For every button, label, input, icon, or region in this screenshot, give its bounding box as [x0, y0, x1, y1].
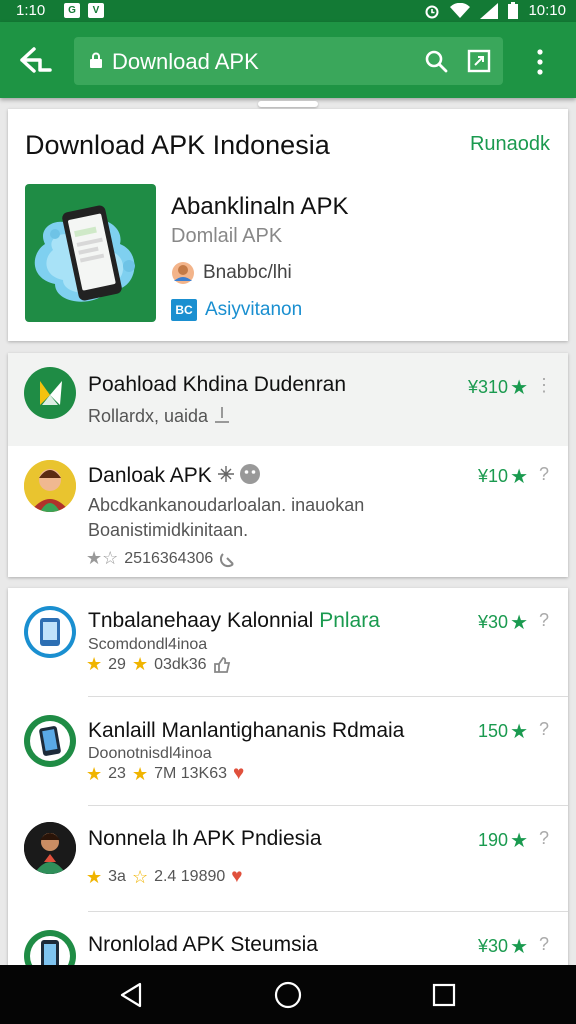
app-title: Poahload Khdina Dudenran — [88, 373, 347, 396]
star-icon: ☆ — [131, 866, 149, 887]
app-subtitle: Scomdondl4inoa — [88, 636, 208, 653]
app-list-card: Tnbalanehaay Kalonnial Pnlara Scomdondl4… — [8, 588, 568, 982]
featured-app-icon[interactable] — [25, 184, 156, 322]
app-title: Tnbalanehaay Kalonnial Pnlara — [88, 609, 380, 632]
notification-icon: G — [64, 3, 80, 18]
star-icon: ★ — [510, 830, 528, 852]
url-text: Download APK — [112, 49, 259, 74]
more-options-icon[interactable]: ? — [534, 610, 554, 631]
back-arrow-icon[interactable] — [18, 44, 54, 76]
featured-developer[interactable]: Bnabbc/lhi — [171, 261, 292, 285]
star-icon: ★ — [131, 763, 149, 784]
developer-name: Bnabbc/lhi — [203, 262, 292, 283]
star-icon: ★ — [86, 763, 103, 784]
heart-icon: ♥ — [231, 866, 243, 887]
status-bar: 1:10 G V 10:10 — [0, 0, 576, 22]
kinemaster-logo-icon — [24, 367, 76, 419]
more-options-icon[interactable]: ? — [534, 828, 554, 849]
app-description-line2: Boanistimidkinitaan. — [88, 520, 249, 540]
wifi-icon — [450, 2, 471, 18]
app-price: 190 ★ — [478, 830, 528, 852]
more-options-icon[interactable]: ? — [534, 934, 554, 955]
more-options-icon[interactable]: ? — [534, 719, 554, 740]
app-title: Nonnela lh APK Pndiesia — [88, 827, 322, 850]
list-item[interactable]: Poahload Khdina Dudenran Rollardx, uaida… — [8, 353, 568, 446]
star-icon: ★ — [86, 654, 103, 674]
star-icon: ★ — [510, 612, 528, 634]
app-subtitle: Doonotnisdl4inoa — [88, 745, 212, 762]
nav-recents-icon[interactable] — [432, 983, 456, 1007]
app-subtitle: Rollardx, uaida — [88, 406, 231, 427]
app-meta: ★☆ 2516364306 — [86, 548, 237, 569]
nav-home-icon[interactable] — [274, 981, 302, 1009]
status-clock: 10:10 — [528, 2, 566, 19]
app-tag: Pnlara — [319, 609, 380, 632]
app-price: ¥30 ★ — [478, 936, 528, 958]
app-title: Nronlolad APK Steumsia — [88, 933, 318, 956]
emoji-icon — [240, 464, 261, 484]
notification-icon: V — [88, 3, 104, 18]
share-icon — [220, 552, 234, 567]
app-meta: ★ 3a ☆ 2.4 19890 ♥ — [86, 866, 243, 887]
star-icon: ★ — [131, 654, 149, 674]
heart-icon: ♥ — [233, 763, 245, 784]
system-nav-bar — [0, 965, 576, 1024]
tag-icon: BC — [171, 299, 197, 321]
thumb-icon — [213, 656, 230, 673]
app-list-card: Poahload Khdina Dudenran Rollardx, uaida… — [8, 353, 568, 577]
app-description: Abcdkankanoudarloalan. inauokan — [88, 495, 365, 515]
star-icon: ★ — [510, 377, 528, 399]
tabs-icon[interactable] — [467, 49, 491, 73]
phone-app-icon — [24, 715, 76, 767]
more-options-icon[interactable]: ? — [534, 464, 554, 485]
featured-app-name: Abanklinaln APK — [171, 193, 349, 220]
status-time: 1:10 — [16, 2, 46, 19]
list-item[interactable]: Tnbalanehaay Kalonnial Pnlara Scomdondl4… — [8, 588, 568, 696]
featured-action-link[interactable]: Runaodk — [470, 133, 550, 156]
cartoon-avatar-icon — [24, 460, 76, 512]
featured-app-subtitle: Domlail APK — [171, 225, 283, 247]
search-icon[interactable] — [424, 49, 448, 73]
list-item[interactable]: Nronlolad APK Steumsia ¥30 ★ ? — [8, 912, 568, 982]
app-meta: ★ 29 ★ 03dk36 — [86, 654, 231, 675]
lock-icon — [90, 52, 102, 68]
tag-label: Asiyvitanon — [205, 299, 303, 320]
sparkle-icon — [217, 466, 234, 482]
more-options-icon[interactable]: ⋮ — [534, 375, 554, 396]
star-icon: ★ — [510, 721, 528, 743]
star-icon: ★ — [510, 466, 528, 488]
app-price: 150 ★ — [478, 721, 528, 743]
developer-avatar-icon — [172, 262, 194, 284]
app-price: ¥30 ★ — [478, 612, 528, 634]
phone-app-icon — [24, 606, 76, 658]
browser-toolbar: Download APK — [0, 22, 576, 98]
battery-icon — [508, 2, 519, 19]
star-icon: ★ — [86, 866, 103, 887]
app-price: ¥10 ★ — [478, 466, 528, 488]
drag-handle[interactable] — [258, 101, 318, 107]
nav-back-icon[interactable] — [118, 982, 144, 1008]
app-price: ¥310 ★ — [468, 377, 528, 399]
person-avatar-icon — [24, 822, 76, 874]
download-icon — [215, 407, 230, 423]
app-meta: ★ 23 ★ 7M 13K63 ♥ — [86, 763, 245, 784]
alarm-icon — [425, 5, 439, 18]
featured-tag[interactable]: BC Asiyvitanon — [171, 299, 302, 321]
list-item[interactable]: Nonnela lh APK Pndiesia ★ 3a ☆ 2.4 19890 ♥… — [8, 806, 568, 911]
star-icon: ★ — [510, 936, 528, 958]
overflow-menu-icon[interactable] — [530, 48, 550, 76]
app-title: Kanlaill Manlantighananis Rdmaia — [88, 719, 405, 742]
list-item[interactable]: Danloak APK Abcdkankanoudarloalan. inauo… — [8, 446, 568, 577]
url-bar[interactable]: Download APK — [74, 37, 503, 85]
signal-icon — [480, 2, 499, 19]
list-item[interactable]: Kanlaill Manlantighananis Rdmaia Doonotn… — [8, 697, 568, 805]
app-title: Danloak APK — [88, 463, 261, 488]
featured-card: Download APK Indonesia Runaodk Abanklina… — [8, 109, 568, 341]
rating-stars-icon: ★☆ — [86, 548, 119, 568]
featured-title: Download APK Indonesia — [25, 130, 330, 160]
